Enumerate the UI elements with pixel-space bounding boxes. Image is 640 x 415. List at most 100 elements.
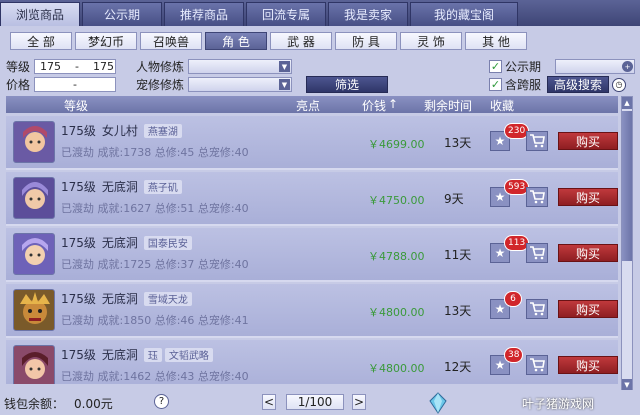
wallet-label: 钱包余额： bbox=[4, 397, 65, 411]
filter-row-2: 价格 - 宠修修炼 ▼ 筛选 bbox=[6, 76, 388, 93]
category-ornaments[interactable]: 灵 饰 bbox=[400, 32, 462, 50]
row-server-tag: 国泰民安 bbox=[143, 235, 192, 250]
clock-icon[interactable]: ◷ bbox=[612, 77, 627, 92]
tab-recommended[interactable]: 推荐商品 bbox=[164, 2, 244, 26]
cart-button[interactable] bbox=[526, 131, 548, 151]
row-level: 175级 bbox=[61, 180, 96, 194]
buy-button[interactable]: 购买 bbox=[558, 132, 618, 150]
row-server-tag: 文韬武略 bbox=[164, 347, 213, 362]
header-remaining: 剩余时间 bbox=[424, 99, 473, 113]
cart-icon bbox=[530, 134, 545, 148]
bottom-bar: 钱包余额： 0.00元 ? < 1/100 > 叶子猪游戏网 bbox=[0, 390, 640, 415]
cart-button[interactable] bbox=[526, 187, 548, 207]
public-period-checkbox[interactable]: ✓ bbox=[489, 60, 502, 73]
help-icon[interactable]: ? bbox=[154, 394, 169, 409]
character-avatar[interactable] bbox=[13, 345, 55, 384]
character-avatar[interactable] bbox=[13, 121, 55, 163]
category-armor[interactable]: 防 具 bbox=[335, 32, 397, 50]
row-details: 已渡劫 成就:1462 总修:43 总宠修:40 bbox=[61, 370, 249, 383]
scroll-up-icon[interactable]: ▲ bbox=[622, 97, 632, 109]
category-bar: 全 部 梦幻币 召唤兽 角 色 武 器 防 具 灵 饰 其 他 bbox=[10, 32, 530, 50]
character-avatar[interactable] bbox=[13, 289, 55, 331]
cart-icon bbox=[530, 190, 545, 204]
tab-my-treasure[interactable]: 我的藏宝阁 bbox=[410, 2, 518, 26]
favorite-count-badge: 38 bbox=[504, 347, 524, 363]
row-remaining: 11天 bbox=[444, 248, 472, 262]
cross-server-filter: ✓ 含跨服 高级搜索 ◷ bbox=[489, 76, 627, 93]
row-price: ￥4699.00 bbox=[368, 138, 425, 151]
row-server-tag: 燕子矶 bbox=[143, 179, 182, 194]
cart-button[interactable] bbox=[526, 299, 548, 319]
cart-button[interactable] bbox=[526, 355, 548, 375]
tab-public-period[interactable]: 公示期 bbox=[82, 2, 162, 26]
buy-button[interactable]: 购买 bbox=[558, 300, 618, 318]
row-level: 175级 bbox=[61, 348, 96, 362]
tab-seller[interactable]: 我是卖家 bbox=[328, 2, 408, 26]
level-separator: - bbox=[75, 60, 79, 73]
star-icon: ★ bbox=[494, 302, 506, 316]
level-min-value: 175 bbox=[40, 60, 61, 73]
header-highlights: 亮点 bbox=[296, 99, 321, 113]
public-period-dropdown[interactable]: + bbox=[555, 59, 636, 74]
row-level: 175级 bbox=[61, 236, 96, 250]
row-price: ￥4800.00 bbox=[368, 362, 425, 375]
scroll-thumb[interactable] bbox=[622, 111, 632, 261]
table-row: 175级 无底洞 雪域天龙 已渡劫 成就:1850 总修:46 总宠修:41 ￥48… bbox=[6, 284, 618, 338]
category-characters[interactable]: 角 色 bbox=[205, 32, 267, 50]
cart-icon bbox=[530, 246, 545, 260]
listing-scrollbar[interactable]: ▲ ▼ bbox=[621, 96, 633, 392]
header-level[interactable]: 等级 bbox=[64, 97, 88, 114]
table-row: 175级 无底洞珏文韬武略 已渡劫 成就:1462 总修:43 总宠修:40 ￥4… bbox=[6, 340, 618, 384]
header-price[interactable]: 价钱 bbox=[362, 97, 386, 114]
prev-page-button[interactable]: < bbox=[262, 394, 276, 410]
level-max-value: 175 bbox=[92, 60, 114, 73]
cart-button[interactable] bbox=[526, 243, 548, 263]
buy-button[interactable]: 购买 bbox=[558, 356, 618, 374]
wallet-value: 0.00元 bbox=[74, 397, 113, 411]
favorite-count-badge: 6 bbox=[504, 291, 522, 307]
category-all[interactable]: 全 部 bbox=[10, 32, 72, 50]
price-label: 价格 bbox=[6, 78, 31, 92]
row-remaining: 13天 bbox=[444, 136, 472, 150]
filter-button[interactable]: 筛选 bbox=[306, 76, 388, 93]
level-label: 等级 bbox=[6, 60, 31, 74]
category-currency[interactable]: 梦幻币 bbox=[75, 32, 137, 50]
buy-button[interactable]: 购买 bbox=[558, 244, 618, 262]
main-panel: 全 部 梦幻币 召唤兽 角 色 武 器 防 具 灵 饰 其 他 等级 175 -… bbox=[0, 26, 640, 415]
cross-server-label: 含跨服 bbox=[505, 78, 542, 92]
star-icon: ★ bbox=[494, 246, 506, 260]
tab-browse-goods[interactable]: 浏览商品 bbox=[0, 2, 80, 26]
row-price: ￥4750.00 bbox=[368, 194, 425, 207]
row-remaining: 9天 bbox=[444, 192, 464, 206]
tab-return-exclusive[interactable]: 回流专属 bbox=[246, 2, 326, 26]
header-favorites: 收藏 bbox=[490, 99, 515, 113]
row-level: 175级 bbox=[61, 292, 96, 306]
char-cultivation-dropdown[interactable]: ▼ bbox=[188, 59, 292, 74]
price-range-input[interactable]: - bbox=[34, 77, 116, 92]
table-row: 175级 无底洞 国泰民安 已渡劫 成就:1725 总修:37 总宠修:40 ￥47… bbox=[6, 228, 618, 282]
row-server-tag: 燕塞湖 bbox=[143, 123, 182, 138]
watermark-text: 叶子猪游戏网 bbox=[522, 397, 595, 411]
buy-button[interactable]: 购买 bbox=[558, 188, 618, 206]
public-period-filter: ✓ 公示期 + bbox=[489, 58, 636, 75]
level-range-input[interactable]: 175 - 175 bbox=[34, 59, 116, 74]
star-icon: ★ bbox=[494, 358, 506, 372]
pet-cultivation-dropdown[interactable]: ▼ bbox=[188, 77, 292, 92]
row-school: 无底洞 bbox=[101, 180, 138, 194]
row-details: 已渡劫 成就:1850 总修:46 总宠修:41 bbox=[61, 314, 249, 327]
row-remaining: 13天 bbox=[444, 304, 472, 318]
sort-arrow-icon[interactable]: ↑ bbox=[388, 97, 398, 111]
row-details: 已渡劫 成就:1725 总修:37 总宠修:40 bbox=[61, 258, 249, 271]
character-avatar[interactable] bbox=[13, 177, 55, 219]
category-pets[interactable]: 召唤兽 bbox=[140, 32, 202, 50]
cross-server-checkbox[interactable]: ✓ bbox=[489, 78, 502, 91]
advanced-search-button[interactable]: 高级搜索 bbox=[547, 76, 610, 93]
crystal-icon bbox=[429, 392, 447, 414]
character-avatar[interactable] bbox=[13, 233, 55, 275]
category-weapons[interactable]: 武 器 bbox=[270, 32, 332, 50]
table-header: 等级 亮点 价钱 ↑ 剩余时间 收藏 bbox=[6, 96, 618, 113]
page-indicator: 1/100 bbox=[286, 394, 344, 410]
category-other[interactable]: 其 他 bbox=[465, 32, 527, 50]
row-server-tag: 雪域天龙 bbox=[143, 291, 192, 306]
next-page-button[interactable]: > bbox=[352, 394, 366, 410]
